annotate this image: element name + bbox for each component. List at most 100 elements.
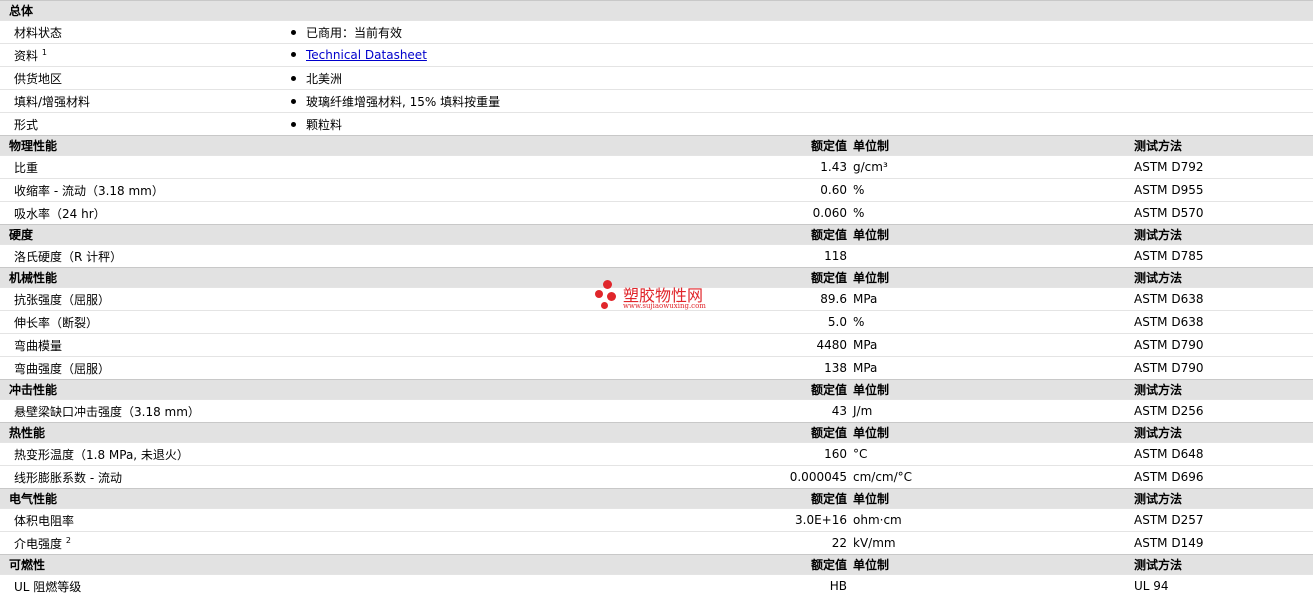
property-test: ASTM D648 xyxy=(1134,443,1313,466)
section-header-physical: 物理性能 额定值 单位制 测试方法 xyxy=(0,136,1313,156)
property-test: ASTM D256 xyxy=(1134,400,1313,423)
header-unit: 单位制 xyxy=(853,136,1134,156)
property-value: 22 xyxy=(283,532,853,555)
property-test: ASTM D638 xyxy=(1134,311,1313,334)
property-label: 材料状态 xyxy=(0,21,283,44)
table-row: 形式 颗粒料 xyxy=(0,113,1313,136)
table-row: 体积电阻率 3.0E+16 ohm·cm ASTM D257 xyxy=(0,509,1313,532)
table-row: 收缩率 - 流动（3.18 mm） 0.60 % ASTM D955 xyxy=(0,179,1313,202)
property-value: 已商用：当前有效 xyxy=(306,26,402,40)
table-row: 线形膨胀系数 - 流动 0.000045 cm/cm/°C ASTM D696 xyxy=(0,466,1313,489)
property-value: 1.43 xyxy=(283,156,853,179)
section-title: 总体 xyxy=(0,1,1313,21)
property-value: 89.6 xyxy=(283,288,853,311)
section-header-electrical: 电气性能 额定值 单位制 测试方法 xyxy=(0,489,1313,509)
footnote-marker: 2 xyxy=(66,536,71,545)
property-label: 洛氏硬度（R 计秤） xyxy=(0,245,283,268)
property-value: 北美洲 xyxy=(306,72,342,86)
property-label: 供货地区 xyxy=(0,67,283,90)
property-label: 资料 xyxy=(14,49,38,63)
table-row: 填料/增强材料 玻璃纤维增强材料, 15% 填料按重量 xyxy=(0,90,1313,113)
header-unit: 单位制 xyxy=(853,380,1134,400)
header-test: 测试方法 xyxy=(1134,136,1313,156)
header-unit: 单位制 xyxy=(853,555,1134,575)
section-header-impact: 冲击性能 额定值 单位制 测试方法 xyxy=(0,380,1313,400)
property-test: ASTM D790 xyxy=(1134,334,1313,357)
section-header-thermal: 热性能 额定值 单位制 测试方法 xyxy=(0,423,1313,443)
bullet-icon xyxy=(291,122,296,127)
property-test: ASTM D638 xyxy=(1134,288,1313,311)
bullet-icon xyxy=(291,30,296,35)
property-test: ASTM D790 xyxy=(1134,357,1313,380)
property-unit: g/cm³ xyxy=(853,156,1134,179)
property-label: 体积电阻率 xyxy=(0,509,283,532)
section-title: 电气性能 xyxy=(0,489,283,509)
property-label: 热变形温度（1.8 MPa, 未退火） xyxy=(0,443,283,466)
table-row: 材料状态 已商用：当前有效 xyxy=(0,21,1313,44)
section-title: 冲击性能 xyxy=(0,380,283,400)
header-unit: 单位制 xyxy=(853,268,1134,288)
property-value: 颗粒料 xyxy=(306,118,342,132)
header-test: 测试方法 xyxy=(1134,423,1313,443)
watermark-url: www.sujiaowuxing.com xyxy=(623,302,706,310)
section-title: 硬度 xyxy=(0,225,283,245)
header-value: 额定值 xyxy=(283,555,853,575)
property-test: ASTM D257 xyxy=(1134,509,1313,532)
property-unit xyxy=(853,245,1134,268)
property-value: 玻璃纤维增强材料, 15% 填料按重量 xyxy=(306,95,500,109)
property-test: ASTM D955 xyxy=(1134,179,1313,202)
property-value: 5.0 xyxy=(283,311,853,334)
header-value: 额定值 xyxy=(283,225,853,245)
property-label: 介电强度 xyxy=(14,537,62,551)
property-unit: cm/cm/°C xyxy=(853,466,1134,489)
property-value: 118 xyxy=(283,245,853,268)
property-unit: ohm·cm xyxy=(853,509,1134,532)
property-test: ASTM D570 xyxy=(1134,202,1313,225)
section-title: 机械性能 xyxy=(0,268,283,288)
property-label: 悬壁梁缺口冲击强度（3.18 mm） xyxy=(0,400,283,423)
property-value: 0.000045 xyxy=(283,466,853,489)
property-value: 3.0E+16 xyxy=(283,509,853,532)
watermark-logo: 塑胶物性网 www.sujiaowuxing.com xyxy=(595,280,735,314)
property-unit: % xyxy=(853,202,1134,225)
property-value: 138 xyxy=(283,357,853,380)
property-label: 抗张强度（屈服） xyxy=(0,288,283,311)
property-label: 弯曲模量 xyxy=(0,334,283,357)
property-value: 160 xyxy=(283,443,853,466)
section-header-hardness: 硬度 额定值 单位制 测试方法 xyxy=(0,225,1313,245)
header-value: 额定值 xyxy=(283,489,853,509)
property-value: 0.060 xyxy=(283,202,853,225)
property-value: 0.60 xyxy=(283,179,853,202)
header-test: 测试方法 xyxy=(1134,225,1313,245)
property-label: 吸水率（24 hr） xyxy=(0,202,283,225)
table-row: 供货地区 北美洲 xyxy=(0,67,1313,90)
section-header-flammability: 可燃性 额定值 单位制 测试方法 xyxy=(0,555,1313,575)
property-label: 伸长率（断裂） xyxy=(0,311,283,334)
table-row: 弯曲模量 4480 MPa ASTM D790 xyxy=(0,334,1313,357)
property-test: ASTM D792 xyxy=(1134,156,1313,179)
table-row: 热变形温度（1.8 MPa, 未退火） 160 °C ASTM D648 xyxy=(0,443,1313,466)
table-row: 资料 1 Technical Datasheet xyxy=(0,44,1313,67)
table-row: 吸水率（24 hr） 0.060 % ASTM D570 xyxy=(0,202,1313,225)
header-unit: 单位制 xyxy=(853,489,1134,509)
table-row: 悬壁梁缺口冲击强度（3.18 mm） 43 J/m ASTM D256 xyxy=(0,400,1313,423)
table-row: 介电强度 2 22 kV/mm ASTM D149 xyxy=(0,532,1313,555)
property-unit: °C xyxy=(853,443,1134,466)
header-value: 额定值 xyxy=(283,380,853,400)
property-unit: kV/mm xyxy=(853,532,1134,555)
property-test: ASTM D149 xyxy=(1134,532,1313,555)
property-test: ASTM D785 xyxy=(1134,245,1313,268)
technical-datasheet-link[interactable]: Technical Datasheet xyxy=(306,48,427,62)
header-value: 额定值 xyxy=(283,423,853,443)
property-label: 填料/增强材料 xyxy=(0,90,283,113)
footnote-marker: 1 xyxy=(42,48,47,57)
property-label: 比重 xyxy=(0,156,283,179)
property-label: 收缩率 - 流动（3.18 mm） xyxy=(0,179,283,202)
property-test: ASTM D696 xyxy=(1134,466,1313,489)
property-label: 弯曲强度（屈服） xyxy=(0,357,283,380)
header-value: 额定值 xyxy=(283,268,853,288)
bullet-icon xyxy=(291,52,296,57)
property-label: 形式 xyxy=(0,113,283,136)
section-title: 可燃性 xyxy=(0,555,283,575)
table-row: 比重 1.43 g/cm³ ASTM D792 xyxy=(0,156,1313,179)
